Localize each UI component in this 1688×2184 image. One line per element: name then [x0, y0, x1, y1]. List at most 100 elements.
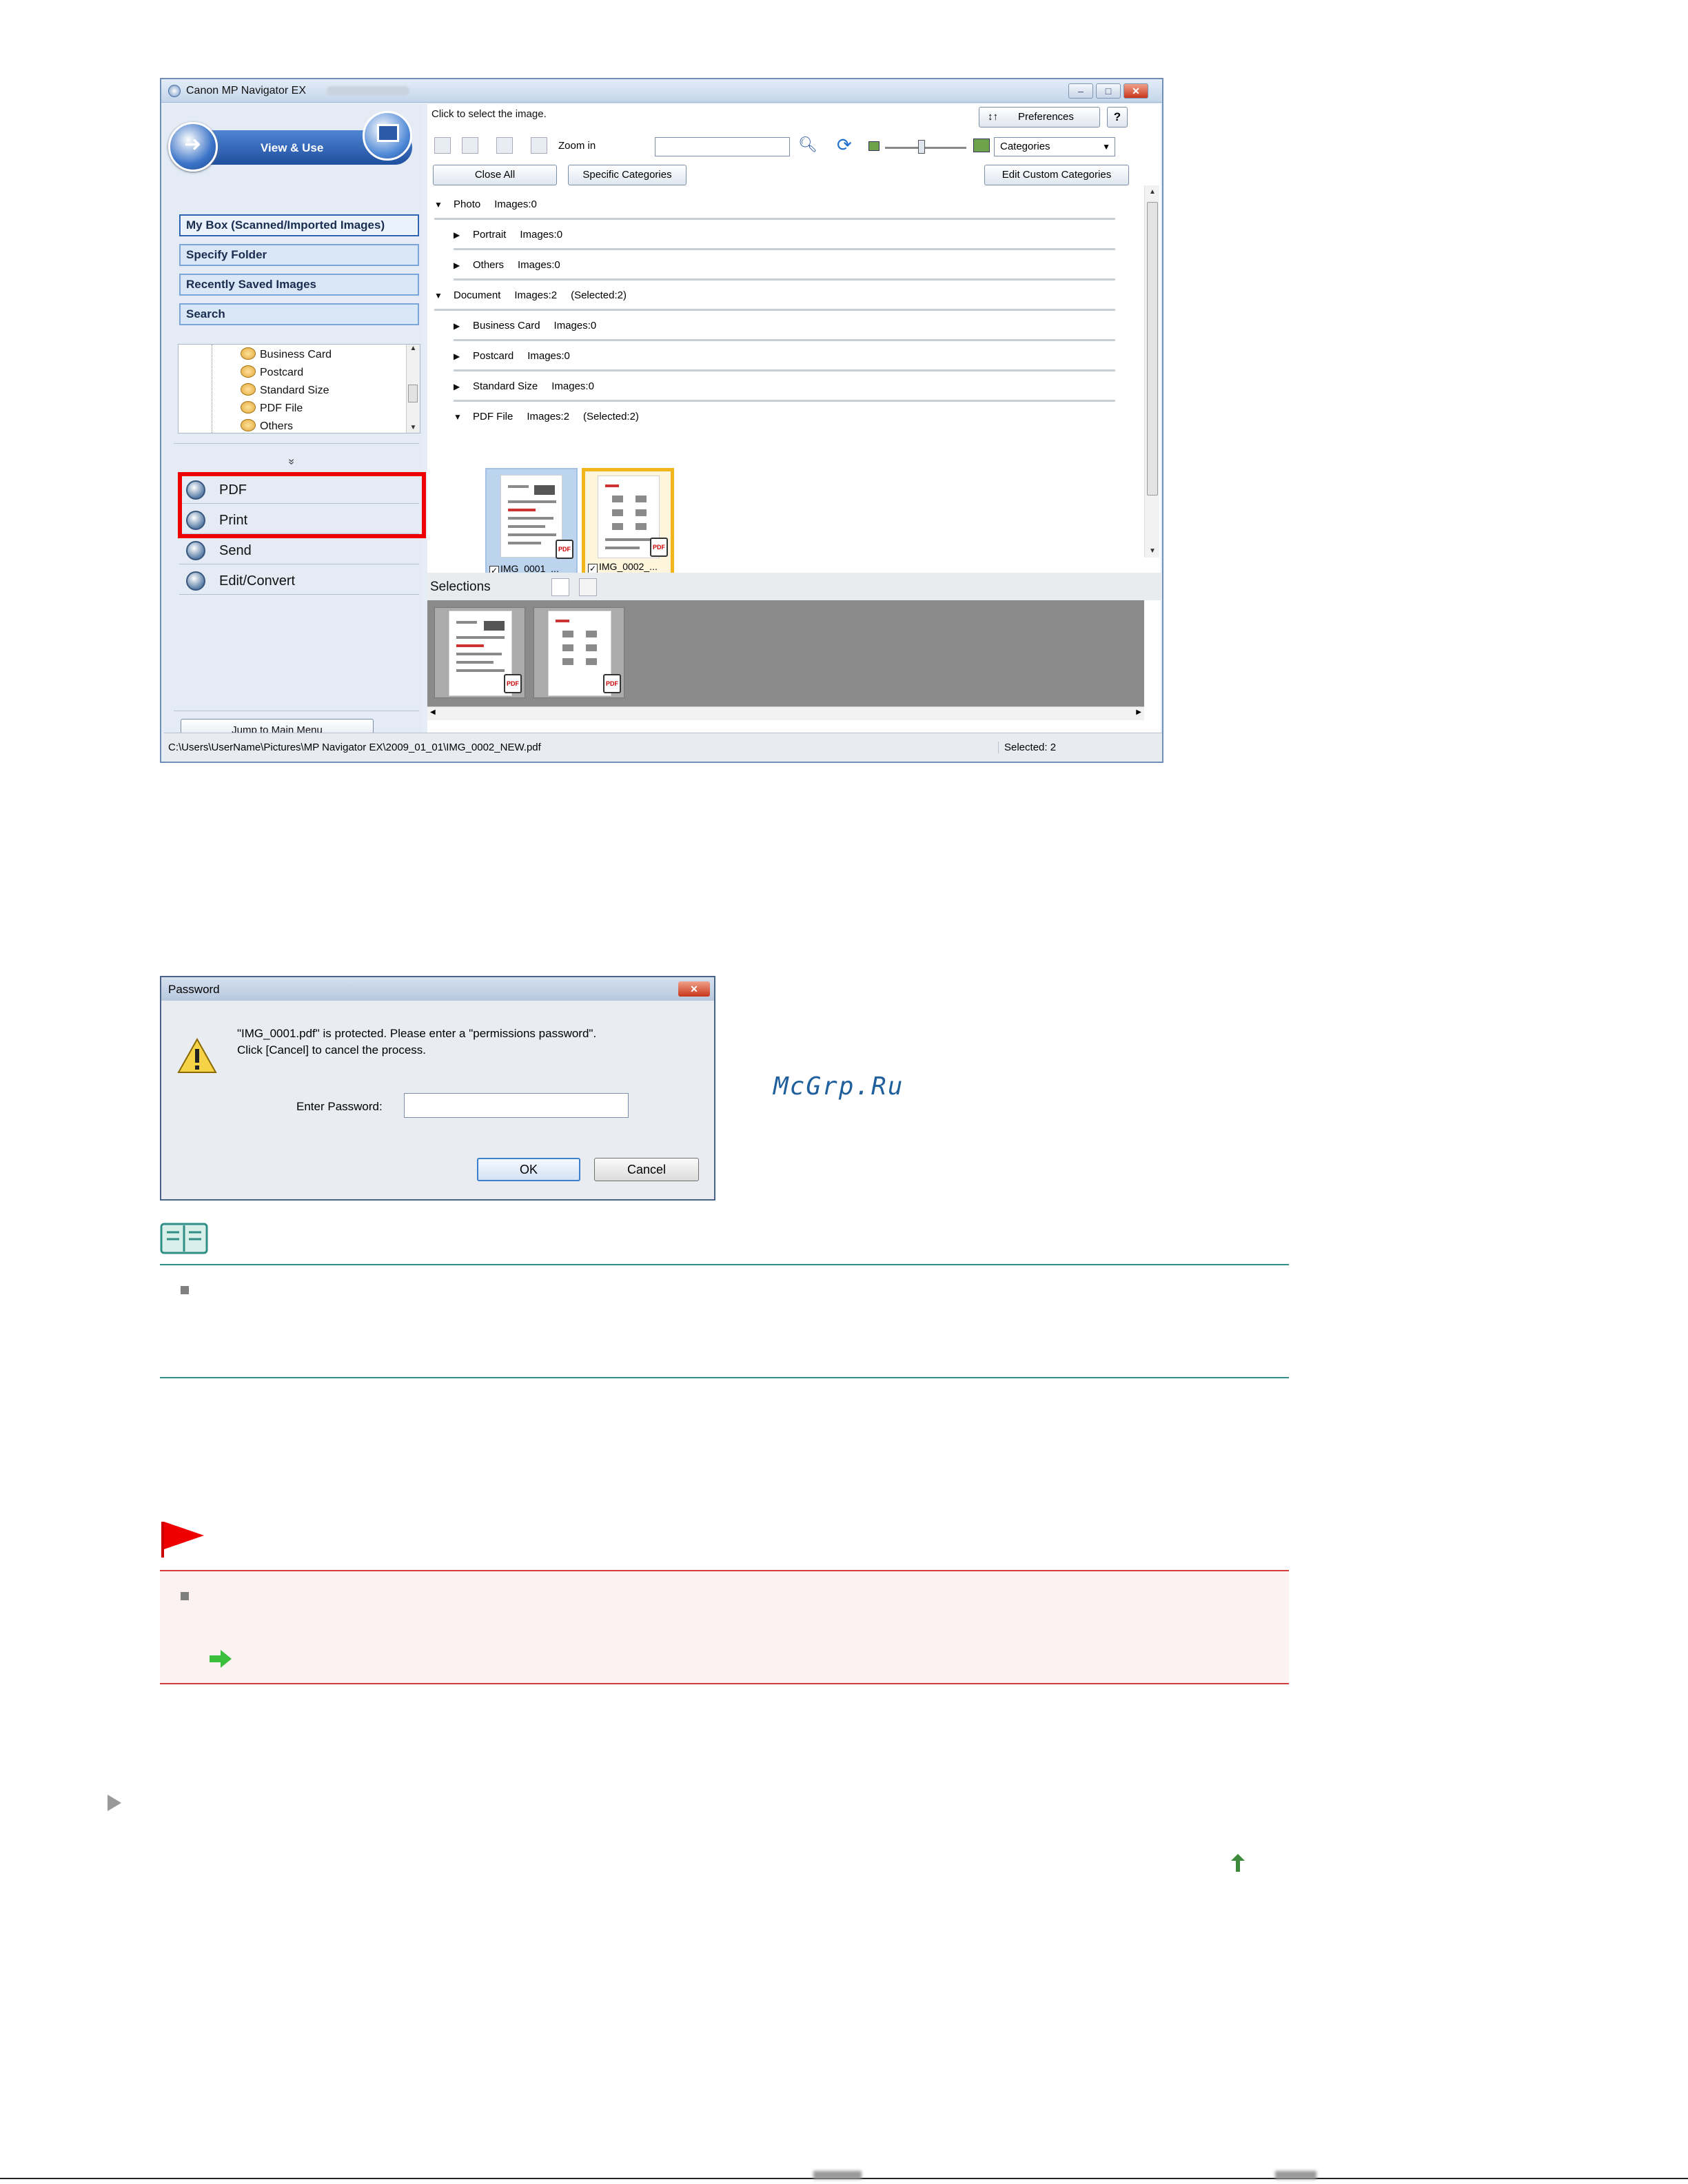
grid-view-icon[interactable] — [434, 137, 451, 154]
vertical-scrollbar[interactable]: ▲ ▼ — [1144, 185, 1159, 558]
dialog-close-button[interactable]: ✕ — [678, 981, 710, 997]
close-button[interactable]: ✕ — [1123, 83, 1148, 99]
checkbox[interactable]: ✓ — [588, 564, 598, 573]
bullet-icon — [181, 1286, 189, 1294]
search-icon[interactable]: 🔍︎ — [798, 136, 817, 154]
category-name: Portrait — [473, 229, 507, 241]
back-arrow-icon[interactable]: ➜ — [168, 122, 218, 172]
divider — [174, 443, 419, 444]
view-mode-value: Categories — [1000, 141, 1050, 152]
highlight-box — [178, 472, 426, 538]
thumbnail-size-slider[interactable] — [885, 147, 966, 149]
folder-icon — [241, 401, 256, 414]
pdf-file-icon: PDF — [556, 540, 573, 559]
category-row[interactable]: ▶ Business Card Images:0 — [454, 311, 1115, 341]
ok-button[interactable]: OK — [477, 1158, 580, 1181]
expand-triangle-icon[interactable]: ▶ — [454, 220, 473, 250]
folder-tree[interactable]: Business Card Postcard Standard Size PDF… — [178, 344, 420, 433]
view-mode-select[interactable]: Categories ▼ — [994, 137, 1115, 156]
single-view-icon[interactable] — [579, 578, 597, 596]
category-count: Images:0 — [527, 350, 570, 362]
category-row[interactable]: ▼ PDF File Images:2 (Selected:2) — [454, 402, 1115, 432]
tree-item[interactable]: Standard Size — [241, 383, 329, 397]
function-label: Edit/Convert — [219, 573, 296, 589]
category-row[interactable]: ▼ Photo Images:0 — [434, 190, 1115, 220]
toolbar: Zoom in 🔍︎ ⟳ Categories ▼ — [427, 132, 1161, 159]
specific-categories-button[interactable]: Specific Categories — [568, 165, 687, 185]
warning-icon — [177, 1037, 217, 1073]
pdf-file-icon: PDF — [504, 674, 522, 693]
edit-icon — [186, 571, 205, 591]
send-icon — [186, 541, 205, 560]
preferences-icon: ↕↑ — [988, 111, 998, 123]
category-count: Images:0 — [553, 320, 597, 331]
cancel-button[interactable]: Cancel — [594, 1158, 699, 1181]
scan-artifact — [1275, 2171, 1316, 2179]
selected-image[interactable]: PDF — [434, 607, 525, 698]
scroll-thumb[interactable] — [1147, 202, 1158, 496]
category-count: Images:2 — [527, 411, 570, 422]
slider-handle[interactable] — [918, 140, 925, 154]
grid-icon[interactable] — [551, 578, 569, 596]
expand-triangle-icon[interactable]: ▶ — [454, 250, 473, 280]
page-top-arrow-icon[interactable] — [1230, 1853, 1246, 1873]
image-thumbnail[interactable]: PDF ✓ IMG_0001_... — [485, 468, 578, 578]
scroll-up-icon[interactable]: ▲ — [1149, 188, 1156, 196]
search-field[interactable] — [655, 137, 790, 156]
scroll-left-icon[interactable]: ◀ — [430, 708, 436, 716]
function-edit-convert[interactable]: Edit/Convert — [179, 567, 419, 595]
category-row[interactable]: ▶ Portrait Images:0 — [454, 220, 1115, 250]
edit-custom-categories-button[interactable]: Edit Custom Categories — [984, 165, 1129, 185]
right-panel: Click to select the image. ↕↑ Preference… — [427, 104, 1161, 733]
refresh-icon[interactable]: ⟳ — [837, 134, 852, 156]
zoom-in-icon[interactable] — [531, 137, 547, 154]
preferences-button[interactable]: ↕↑ Preferences — [979, 107, 1100, 127]
category-row[interactable]: ▶ Standard Size Images:0 — [454, 371, 1115, 402]
tree-item[interactable]: PDF File — [241, 401, 303, 415]
thumbnail-view-icon[interactable] — [462, 137, 478, 154]
image-thumbnail-selected[interactable]: PDF ✓ IMG_0002_... — [582, 468, 674, 578]
password-input[interactable] — [404, 1093, 629, 1118]
category-row[interactable]: ▶ Others Images:0 — [454, 250, 1115, 280]
close-all-button[interactable]: Close All — [433, 165, 557, 185]
selected-image[interactable]: PDF — [533, 607, 624, 698]
category-row[interactable]: ▶ Postcard Images:0 — [454, 341, 1115, 371]
nav-recently-saved[interactable]: Recently Saved Images — [179, 274, 419, 296]
scroll-right-icon[interactable]: ▶ — [1136, 708, 1141, 716]
expand-triangle-icon[interactable]: ▶ — [454, 341, 473, 371]
selections-label: Selections — [430, 580, 491, 594]
nav-search[interactable]: Search — [179, 303, 419, 325]
left-panel: ➜ View & Use My Box (Scanned/Imported Im… — [164, 104, 426, 742]
tree-item[interactable]: Postcard — [241, 365, 303, 379]
tree-scroll-thumb[interactable] — [408, 385, 418, 402]
category-count: Images:0 — [551, 380, 594, 392]
tree-scrollbar[interactable]: ▲ ▼ — [406, 345, 420, 433]
thumbnail-label[interactable]: ✓ IMG_0002_... — [588, 561, 658, 573]
rotate-icon[interactable] — [496, 137, 513, 154]
maximize-button[interactable]: □ — [1096, 83, 1121, 99]
category-row[interactable]: ▼ Document Images:2 (Selected:2) — [434, 280, 1115, 311]
pdf-file-icon: PDF — [603, 674, 621, 693]
window-titlebar: Canon MP Navigator EX ‒ □ ✕ — [161, 79, 1162, 103]
expand-triangle-icon[interactable]: ▶ — [454, 371, 473, 402]
function-send[interactable]: Send — [179, 537, 419, 564]
link-arrow-icon[interactable] — [208, 1649, 233, 1669]
nav-specify-folder[interactable]: Specify Folder — [179, 244, 419, 266]
expand-triangle-icon[interactable]: ▶ — [454, 311, 473, 341]
expand-chevron-icon[interactable]: » — [285, 459, 297, 465]
zoom-in-label[interactable]: Zoom in — [558, 140, 596, 152]
pdf-file-icon: PDF — [650, 538, 668, 557]
minimize-button[interactable]: ‒ — [1068, 83, 1093, 99]
tree-item[interactable]: Business Card — [241, 347, 332, 361]
collapse-triangle-icon[interactable]: ▼ — [454, 402, 473, 432]
collapse-triangle-icon[interactable]: ▼ — [434, 190, 454, 220]
collapse-triangle-icon[interactable]: ▼ — [434, 280, 454, 311]
help-button[interactable]: ? — [1107, 107, 1128, 127]
category-count: Images:2 — [514, 289, 558, 301]
horizontal-scrollbar[interactable]: ◀ ▶ — [427, 706, 1144, 720]
scroll-down-icon[interactable]: ▼ — [1149, 547, 1156, 555]
tree-item[interactable]: Others — [241, 419, 293, 433]
dialog-message-line1: "IMG_0001.pdf" is protected. Please ente… — [237, 1027, 597, 1040]
nav-my-box[interactable]: My Box (Scanned/Imported Images) — [179, 214, 419, 236]
document-preview — [449, 611, 512, 696]
